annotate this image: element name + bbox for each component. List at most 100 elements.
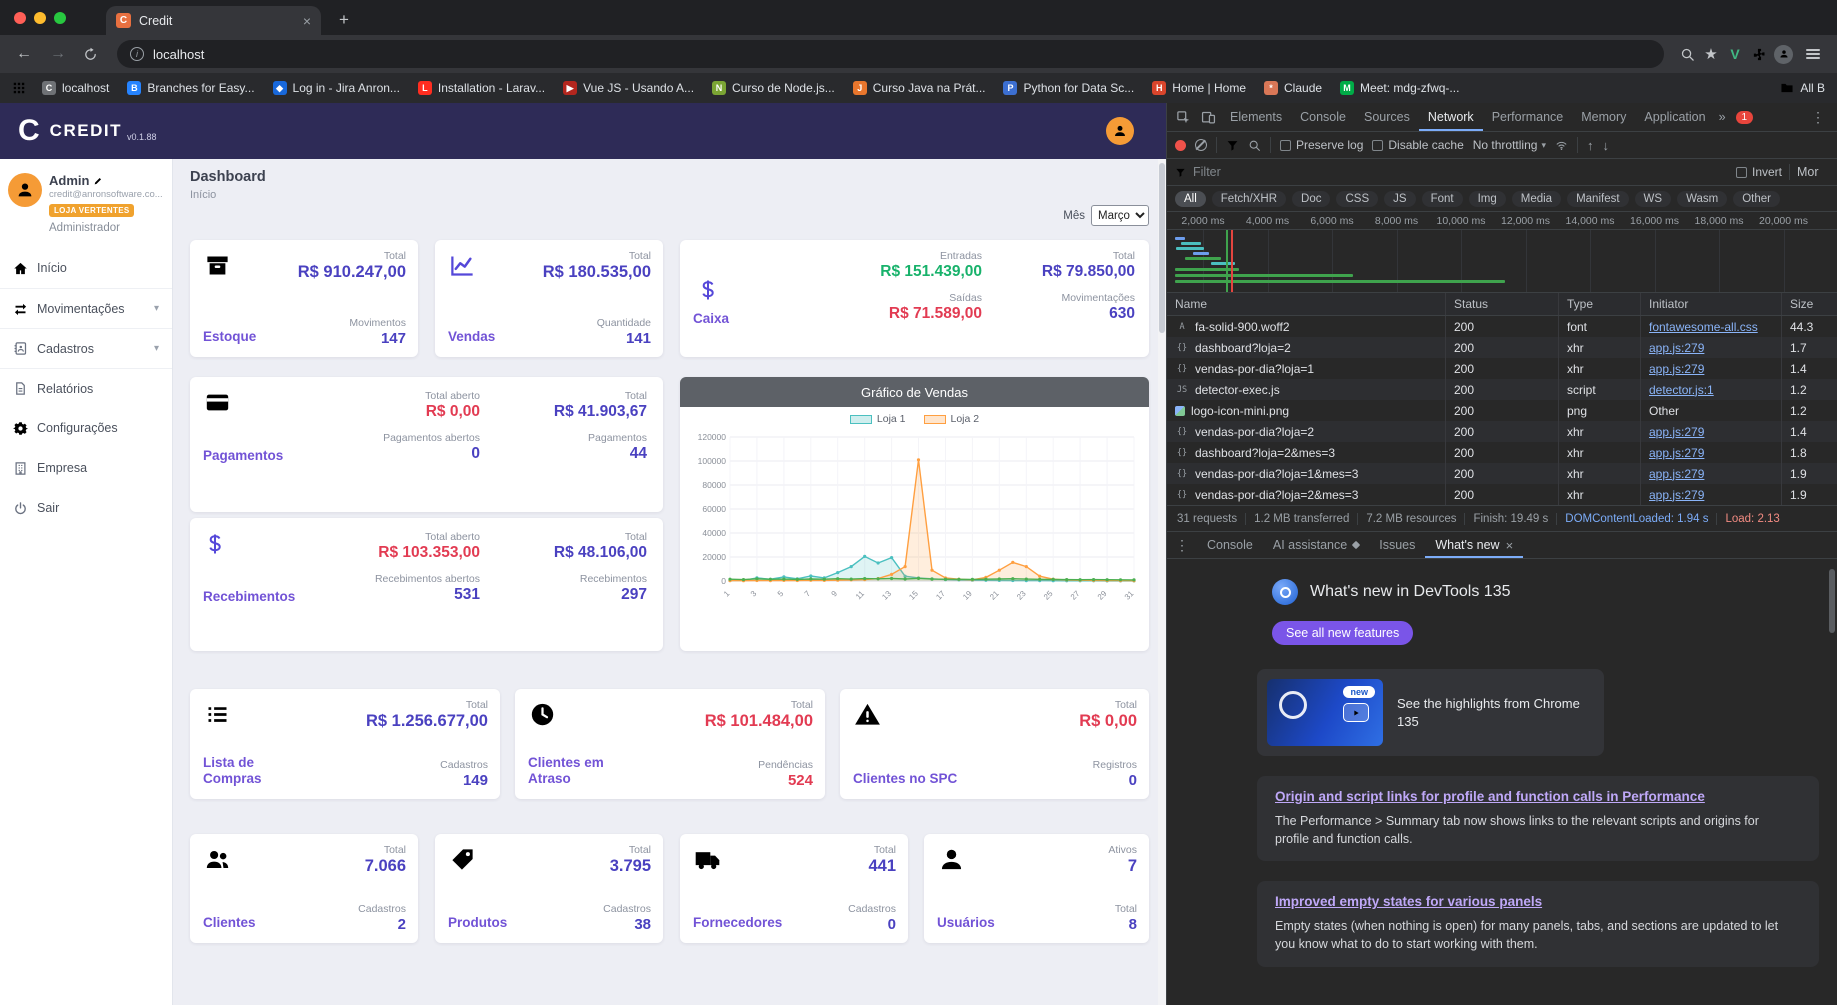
network-request-row[interactable]: {} dashboard?loja=2 200 xhr app.js:279 1.7 (1167, 337, 1837, 358)
bookmark-item-home-home[interactable]: H Home | Home (1152, 81, 1246, 95)
bookmark-item-claude[interactable]: * Claude (1264, 81, 1322, 95)
bookmark-star-icon[interactable]: ★ (1702, 45, 1720, 63)
disable-cache-checkbox[interactable]: Disable cache (1372, 138, 1464, 152)
record-network-log-icon[interactable] (1175, 139, 1186, 151)
filter-chip-js[interactable]: JS (1384, 190, 1416, 207)
preserve-log-checkbox[interactable]: Preserve log (1280, 138, 1363, 152)
window-minimize-button[interactable] (34, 11, 46, 24)
initiator-link[interactable]: detector.js:1 (1649, 383, 1714, 397)
drawer-menu-icon[interactable]: ⋮ (1167, 537, 1197, 554)
network-request-row[interactable]: {} vendas-por-dia?loja=2 200 xhr app.js:279 1… (1167, 421, 1837, 442)
feature-link[interactable]: Origin and script links for profile and … (1275, 789, 1801, 804)
devtools-tab-console[interactable]: Console (1291, 103, 1355, 131)
filter-chip-media[interactable]: Media (1511, 190, 1562, 207)
feature-link[interactable]: Improved empty states for various panels (1275, 894, 1801, 909)
window-close-button[interactable] (14, 11, 26, 24)
close-icon[interactable]: × (1506, 538, 1514, 553)
devtools-tab-performance[interactable]: Performance (1483, 103, 1573, 131)
app-scrollbar[interactable] (1158, 159, 1166, 1005)
bookmark-item-curso-de-node-js[interactable]: N Curso de Node.js... (712, 81, 835, 95)
search-icon[interactable] (1678, 45, 1696, 63)
all-bookmarks-button[interactable]: All B (1780, 81, 1825, 95)
window-zoom-button[interactable] (54, 11, 66, 24)
filter-chip-img[interactable]: Img (1468, 190, 1506, 207)
device-toolbar-icon[interactable] (1201, 110, 1216, 125)
edit-pencil-icon[interactable] (93, 176, 103, 186)
bookmark-item-python-for-data-sc[interactable]: P Python for Data Sc... (1003, 81, 1134, 95)
sidebar-item-ini-cio[interactable]: Início (0, 248, 172, 288)
drawer-tab-console[interactable]: Console (1197, 532, 1263, 558)
bookmark-item-branches-for-easy[interactable]: B Branches for Easy... (127, 81, 255, 95)
initiator-link[interactable]: app.js:279 (1649, 488, 1704, 502)
more-filters-button[interactable]: Mor (1797, 165, 1829, 179)
sidebar-item-sair[interactable]: Sair (0, 488, 172, 528)
filter-chip-all[interactable]: All (1175, 190, 1206, 207)
initiator-link[interactable]: app.js:279 (1649, 341, 1704, 355)
initiator-link[interactable]: app.js:279 (1649, 362, 1704, 376)
legend-item-loja-1[interactable]: Loja 1 (849, 413, 906, 425)
back-button[interactable]: ← (10, 45, 38, 63)
video-thumbnail[interactable]: new (1267, 679, 1383, 746)
apps-grid-icon[interactable] (12, 81, 26, 95)
initiator-link[interactable]: app.js:279 (1649, 446, 1704, 460)
sidebar-item-cadastros[interactable]: Cadastros ▾ (0, 328, 172, 368)
header-avatar[interactable] (1106, 117, 1134, 145)
devtools-menu-icon[interactable]: ⋮ (1803, 109, 1833, 126)
browser-menu-icon[interactable] (1799, 48, 1827, 60)
inspect-element-icon[interactable] (1176, 110, 1191, 125)
bookmark-item-log-in-jira-anron[interactable]: ◆ Log in - Jira Anron... (272, 81, 400, 95)
network-request-row[interactable]: JS detector-exec.js 200 script detector.js:1… (1167, 379, 1837, 400)
bookmark-item-localhost[interactable]: Clocalhost (42, 81, 109, 95)
network-request-row[interactable]: {} vendas-por-dia?loja=1&mes=3 200 xhr app.j… (1167, 463, 1837, 484)
export-har-icon[interactable]: ↓ (1602, 138, 1609, 153)
filter-chip-fetch-xhr[interactable]: Fetch/XHR (1211, 190, 1287, 207)
bookmark-item-vue-js-usando-a[interactable]: ▶ Vue JS - Usando A... (563, 81, 694, 95)
devtools-tab-sources[interactable]: Sources (1355, 103, 1419, 131)
devtools-tab-elements[interactable]: Elements (1221, 103, 1291, 131)
drawer-tab-ai-assistance[interactable]: AI assistance (1263, 532, 1369, 558)
sidebar-item-configurac-o-es[interactable]: Configurações (0, 408, 172, 448)
filter-chip-doc[interactable]: Doc (1292, 190, 1331, 207)
filter-chip-manifest[interactable]: Manifest (1567, 190, 1629, 207)
network-conditions-icon[interactable] (1555, 139, 1568, 152)
sidebar-item-relato-rios[interactable]: Relatórios (0, 368, 172, 408)
browser-tab-credit[interactable]: C Credit × (106, 6, 321, 35)
network-request-row[interactable]: logo-icon-mini.png 200 png Other 1.2 (1167, 400, 1837, 421)
invert-checkbox[interactable]: Invert (1735, 165, 1782, 179)
filter-chip-font[interactable]: Font (1421, 190, 1463, 207)
initiator-link[interactable]: app.js:279 (1649, 425, 1704, 439)
devtools-tab-application[interactable]: Application (1635, 103, 1714, 131)
chart-legend[interactable]: Loja 1 Loja 2 (680, 407, 1149, 431)
error-badge[interactable]: 1 (1735, 110, 1754, 124)
month-select[interactable]: Março (1091, 205, 1149, 226)
devtools-tab-memory[interactable]: Memory (1572, 103, 1635, 131)
filter-chip-css[interactable]: CSS (1336, 190, 1379, 207)
filter-chip-ws[interactable]: WS (1634, 190, 1672, 207)
bookmark-item-installation-larav[interactable]: L Installation - Larav... (417, 81, 545, 95)
column-header-status[interactable]: Status (1446, 293, 1559, 315)
network-overview[interactable] (1167, 230, 1837, 293)
column-header-type[interactable]: Type (1559, 293, 1641, 315)
browser-profile-avatar[interactable] (1774, 44, 1793, 64)
extensions-puzzle-icon[interactable] (1750, 45, 1768, 63)
scrollbar-thumb[interactable] (1829, 569, 1835, 633)
reload-button[interactable] (83, 47, 98, 62)
network-request-row[interactable]: Afa-solid-900.woff2 200 font fontawesome-al… (1167, 316, 1837, 337)
tab-close-icon[interactable]: × (303, 13, 311, 29)
column-header-initiator[interactable]: Initiator (1641, 293, 1782, 315)
address-bar[interactable]: i localhost (117, 40, 1664, 68)
network-filter-input[interactable] (1193, 165, 1729, 179)
initiator-link[interactable]: app.js:279 (1649, 467, 1704, 481)
initiator-link[interactable]: fontawesome-all.css (1649, 320, 1758, 334)
clear-network-log-icon[interactable] (1195, 139, 1207, 151)
sidebar-item-empresa[interactable]: Empresa (0, 448, 172, 488)
more-tabs-icon[interactable]: » (1715, 110, 1730, 124)
sidebar-item-movimentac-o-es[interactable]: Movimentações ▾ (0, 288, 172, 328)
import-har-icon[interactable]: ↑ (1587, 138, 1594, 153)
network-request-row[interactable]: {} vendas-por-dia?loja=1 200 xhr app.js:279 1… (1167, 358, 1837, 379)
vue-extension-icon[interactable]: V (1726, 45, 1744, 63)
network-request-row[interactable]: {} dashboard?loja=2&mes=3 200 xhr app.js:279… (1167, 442, 1837, 463)
search-network-icon[interactable] (1248, 139, 1261, 152)
column-header-size[interactable]: Size (1782, 293, 1837, 315)
drawer-tab-what-s-new[interactable]: What's new × (1425, 532, 1523, 558)
